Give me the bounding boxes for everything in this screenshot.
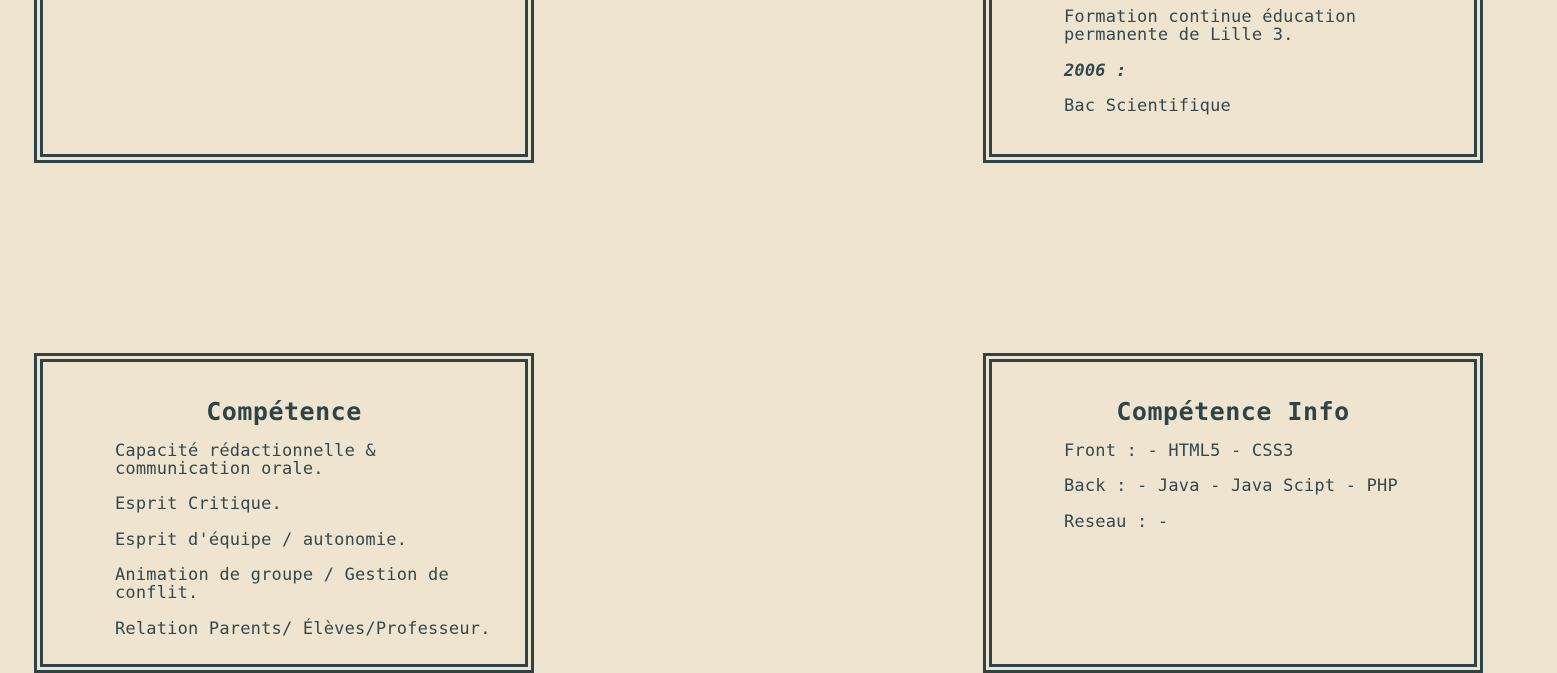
competence-title: Compétence <box>206 397 362 426</box>
competence-info-title: Compétence Info <box>1116 397 1350 426</box>
competence-card: Compétence Capacité rédactionnelle & com… <box>34 353 534 673</box>
card-top-left <box>34 0 534 163</box>
competence-info-item: Front : - HTML5 - CSS3 <box>1064 441 1294 461</box>
competence-item: Capacité rédactionnelle & communication … <box>115 441 376 479</box>
formation-year: 2006 : <box>1064 61 1127 81</box>
formation-diploma: Bac Scientifique <box>1064 96 1231 116</box>
formation-card: Formation continue éducation permanente … <box>983 0 1483 163</box>
formation-line-1: Formation continue éducation <box>1064 7 1357 27</box>
competence-info-card: Compétence Info Front : - HTML5 - CSS3 B… <box>983 353 1483 673</box>
competence-item: Esprit Critique. <box>115 494 282 514</box>
competence-item: Esprit d'équipe / autonomie. <box>115 530 408 550</box>
competence-info-item: Back : - Java - Java Scipt - PHP <box>1064 476 1398 496</box>
formation-line-2: permanente de Lille 3. <box>1064 25 1294 45</box>
competence-info-item: Reseau : - <box>1064 512 1169 532</box>
competence-item: Animation de groupe / Gestion de conflit… <box>115 565 449 603</box>
competence-item: Relation Parents/ Élèves/Professeur. <box>115 619 491 639</box>
